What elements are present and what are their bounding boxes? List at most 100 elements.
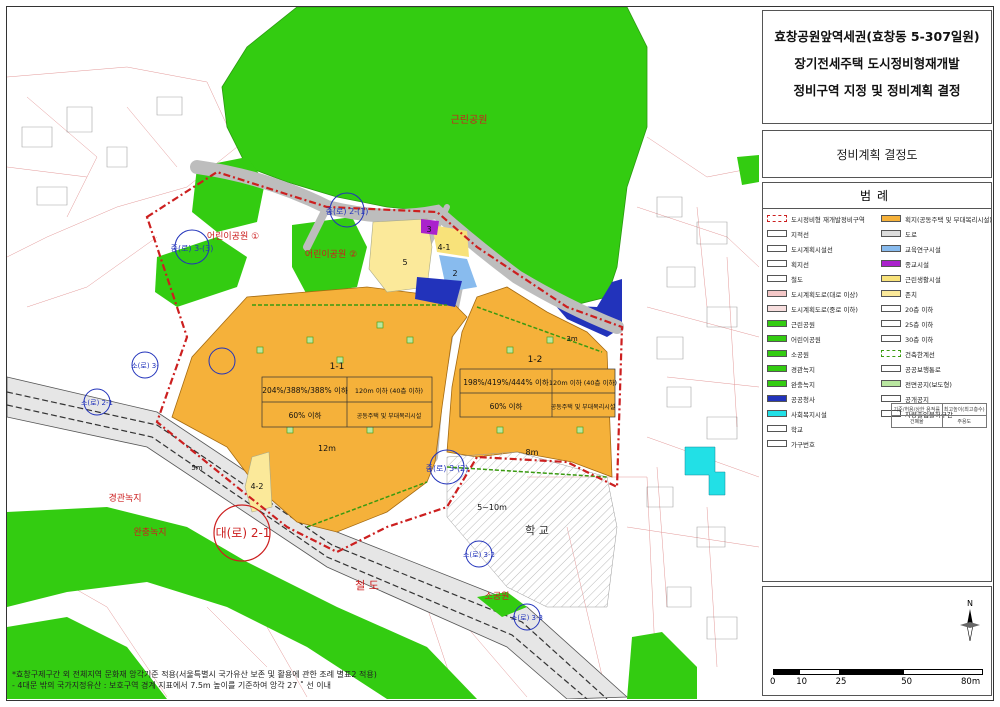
legend-label: 지적선 <box>791 230 809 239</box>
legend-swatch <box>767 380 787 387</box>
legend-item: 존치 <box>881 286 989 301</box>
legend-label: 가구번호 <box>791 440 815 449</box>
legend-swatch <box>881 305 901 312</box>
legend-item: 어린이공원 <box>767 331 875 346</box>
legend-label: 어린이공원 <box>791 335 821 344</box>
scale-segment <box>800 670 839 674</box>
label-block-4-1: 4-1 <box>437 243 450 252</box>
scale-segment <box>904 670 982 674</box>
legend-label: 공개공지 <box>905 395 929 404</box>
label-width-3m: 3m <box>566 335 577 343</box>
legend-item: 획지(공동주택 및 부대복리시설) <box>881 211 992 226</box>
label-width-5-10m: 5~10m <box>477 503 507 512</box>
legend-label: 경관녹지 <box>791 365 815 374</box>
legend-label: 사회복지시설 <box>791 410 827 419</box>
block-1-2-bcr: 60% 이하 <box>490 401 523 411</box>
footnote-line-2: - 4대문 밖의 국가지정유산 : 보호구역 경계 지표에서 7.5m 높이를 … <box>12 681 332 690</box>
legend-item: 사회복지시설 <box>767 406 875 421</box>
label-width-8m: 8m <box>526 448 539 457</box>
legend-heading: 범례 <box>763 183 991 209</box>
label-railway: 철 도 <box>355 579 379 592</box>
legend-item: 25층 이하 <box>881 316 989 331</box>
neighborhood-park <box>221 7 648 308</box>
label-road-small1: 소(로) 3- <box>131 362 159 370</box>
legend-item: 도시계획도로(중로 이하) <box>767 301 875 316</box>
label-block-2: 2 <box>452 269 457 278</box>
legend-label: 획지선 <box>791 260 809 269</box>
legend-item: 도시정비형 재개발정비구역 <box>767 211 875 226</box>
label-child-park-2: 어린이공원 ② <box>305 249 357 260</box>
legend-item: 근린공원 <box>767 316 875 331</box>
label-road-small4: 소(로) 3-3 <box>511 614 543 622</box>
label-width-5m: 5m <box>191 464 202 472</box>
label-block-4-2: 4-2 <box>250 482 263 491</box>
plan-map: 근린공원 어린이공원 ① 어린이공원 ② 학 교 철 도 경관녹지 완충녹지 소… <box>7 7 759 699</box>
label-road-big: 대(로) 2-1 <box>216 526 271 540</box>
legend-swatch <box>881 215 901 222</box>
legend-label: 근린공원 <box>791 320 815 329</box>
block-1-1-height: 120m 이하 (40층 이하) <box>355 386 423 395</box>
subtitle: 정비계획 결정도 <box>836 148 918 162</box>
label-child-park-1: 어린이공원 ① <box>207 231 259 242</box>
legend-item: 도시계획도로(대로 이상) <box>767 286 875 301</box>
legend-swatch <box>881 335 901 342</box>
legend-label: 근린생활시설 <box>905 275 941 284</box>
label-small-park: 소공원 <box>485 591 510 602</box>
legend-swatch <box>767 275 787 282</box>
legend-table-r1: 건폐율 <box>891 415 943 428</box>
legend-swatch <box>767 410 787 417</box>
legend-label: 완충녹지 <box>791 380 815 389</box>
legend-label: 존치 <box>905 290 917 299</box>
legend-swatch <box>767 335 787 342</box>
legend-swatch <box>881 230 901 237</box>
label-school: 학 교 <box>525 524 549 537</box>
label-green-buffer: 완충녹지 <box>133 527 166 538</box>
label-block-3: 3 <box>426 225 431 234</box>
legend-swatch <box>881 350 901 357</box>
label-width-12m: 12m <box>318 444 336 453</box>
legend-swatch <box>767 230 787 237</box>
legend-label: 20층 이하 <box>905 305 934 314</box>
legend-label: 종교시설 <box>905 260 929 269</box>
legend-label: 공공보행통로 <box>905 365 941 374</box>
legend-swatch <box>767 425 787 432</box>
scale-labels: 0 10 25 50 80m <box>770 675 983 687</box>
legend-label: 도시정비형 재개발정비구역 <box>791 215 865 224</box>
legend-swatch <box>881 245 901 252</box>
legend-item: 20층 이하 <box>881 301 989 316</box>
legend-left-column: 도시정비형 재개발정비구역 지적선 도시계획시설선 획지선 철도 도시계획도로(대로 이상… <box>763 209 877 451</box>
subtitle-panel: 정비계획 결정도 <box>762 130 992 178</box>
legend-item: 근린생활시설 <box>881 271 989 286</box>
title-line-1: 효창공원앞역세권(효창동 5-307일원) <box>774 29 980 44</box>
scale-bar: 0 10 25 50 80m <box>770 669 983 687</box>
legend-label: 획지(공동주택 및 부대복리시설) <box>905 215 992 224</box>
legend-item: 획지선 <box>767 256 875 271</box>
label-road-mid3: 중(로) 3-(3) <box>171 244 214 253</box>
legend-label: 공공청사 <box>791 395 815 404</box>
legend-swatch <box>767 260 787 267</box>
legend-swatch <box>881 320 901 327</box>
title-line-2: 장기전세주택 도시정비형재개발 <box>794 56 960 71</box>
north-arrow-icon: N <box>960 599 980 642</box>
legend-label: 도로 <box>905 230 917 239</box>
block-1-1-bcr: 60% 이하 <box>289 410 322 420</box>
legend-swatch <box>767 395 787 402</box>
legend-label: 철도 <box>791 275 803 284</box>
legend-table-h2: 최고높이(최고층수) <box>941 403 988 416</box>
legend-swatch <box>767 320 787 327</box>
block-1-1-id: 1-1 <box>330 362 345 372</box>
label-road-small3: 소(로) 3-2 <box>463 551 495 559</box>
legend-swatch <box>881 275 901 282</box>
footnote: *효창구제구간 외 전체지역 문화재 앙각기준 적용(서울특별시 국가유산 보존… <box>12 669 377 691</box>
scale-label: 0 <box>770 677 776 687</box>
scale-label: 10 <box>796 677 808 687</box>
legend-table-h1: 기준/허용/상한 용적률 <box>891 403 943 416</box>
legend-swatch <box>767 305 787 312</box>
legend-swatch <box>767 365 787 372</box>
legend-table: 기준/허용/상한 용적률 최고높이(최고층수) 건폐율 주용도 <box>891 403 988 428</box>
scale-label: 80m <box>961 677 981 687</box>
legend-item: 교육연구시설 <box>881 241 989 256</box>
legend-label: 학교 <box>791 425 803 434</box>
legend-label: 건축한계선 <box>905 350 935 359</box>
legend-label: 도시계획도로(대로 이상) <box>791 290 858 299</box>
